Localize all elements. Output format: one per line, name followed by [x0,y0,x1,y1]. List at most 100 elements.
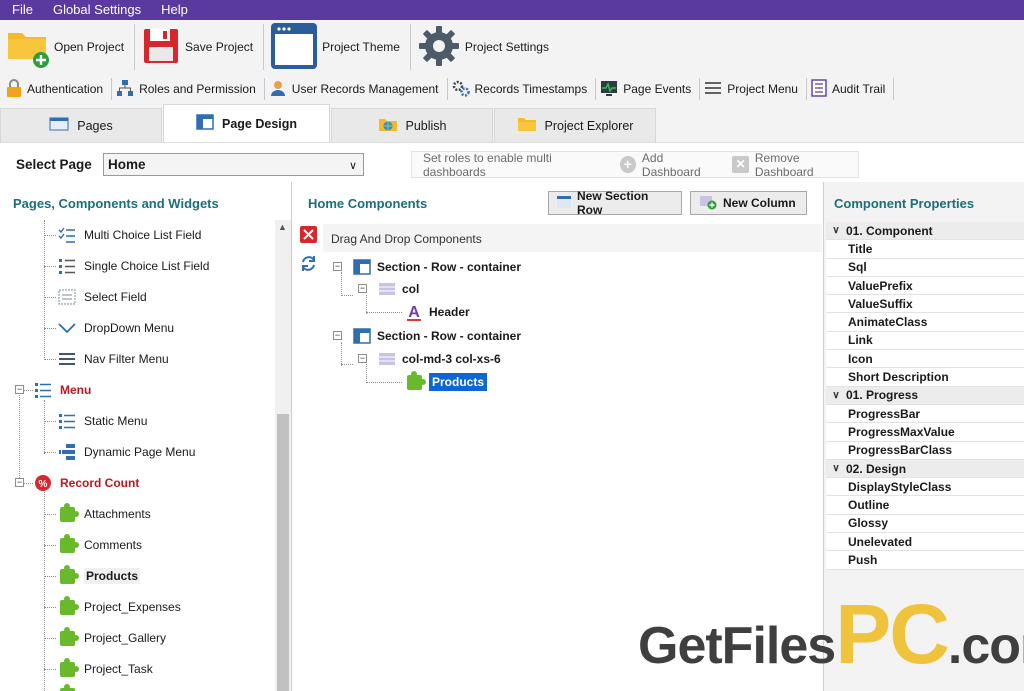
collapse-record-count-toggle[interactable]: − [15,478,24,487]
toolbar-divider [263,24,265,70]
tree-node-products[interactable]: Products [405,370,488,393]
property-group-label: 01. Component [846,223,933,238]
category-menu[interactable]: Menu [34,379,91,401]
open-project-button[interactable]: Open Project [4,22,130,72]
category-record-count[interactable]: % Record Count [34,472,139,494]
property-row[interactable]: DisplayStyleClass [826,478,1024,497]
property-group-component[interactable]: ∨ 01. Component [826,222,1024,241]
new-section-row-label: New Section Row [577,189,649,217]
component-nav-filter-menu[interactable]: Nav Filter Menu [58,348,169,370]
property-key: ValueSuffix [848,296,913,311]
collapse-menu-toggle[interactable]: − [15,385,24,394]
project-settings-button[interactable]: Project Settings [415,22,555,72]
property-row[interactable]: Link [826,331,1024,351]
audit-trail-button[interactable]: Audit Trail [809,76,891,102]
property-row[interactable]: ValuePrefix [826,276,1024,296]
property-row[interactable]: Push [826,551,1024,570]
records-timestamps-label: Records Timestamps [474,82,588,96]
collapse-section-toggle[interactable]: − [333,262,342,271]
authentication-label: Authentication [27,82,104,96]
property-row[interactable]: Short Description [826,368,1024,387]
property-group-design[interactable]: ∨ 02. Design [826,459,1024,479]
component-select-field[interactable]: Select Field [58,286,147,308]
tree-line [366,312,402,313]
tab-project-explorer[interactable]: Project Explorer [494,108,656,142]
component-products[interactable]: Products [58,564,141,587]
component-multi-choice-list-field[interactable]: Multi Choice List Field [58,224,201,246]
menu-file[interactable]: File [0,0,43,20]
scroll-up-icon[interactable]: ▲ [278,222,287,232]
property-row[interactable]: Glossy [826,514,1024,534]
property-group-label: 02. Design [846,461,907,476]
tree-node-section[interactable]: Section - Row - container [353,325,521,347]
property-row[interactable]: Icon [826,350,1024,369]
component-dropdown-menu[interactable]: DropDown Menu [58,317,174,339]
project-settings-label: Project Settings [464,40,549,54]
property-key: ValuePrefix [848,278,913,293]
component-project-expenses[interactable]: Project_Expenses [58,595,181,618]
user-icon [269,79,287,100]
gear-icon [417,24,461,71]
roles-permission-button[interactable]: Roles and Permission [114,76,262,102]
add-column-icon [699,194,717,213]
hamburger-menu-icon [58,350,76,368]
checklist-icon [58,226,76,244]
watermark-part3: .com [947,617,1024,675]
component-attachments[interactable]: Attachments [58,502,151,525]
tree-node-col[interactable]: col [378,278,419,300]
tree-line [44,328,56,329]
tab-pages[interactable]: Pages [0,108,162,142]
component-comments[interactable]: Comments [58,533,143,556]
tab-page-design[interactable]: Page Design [163,104,330,142]
tree-node-header[interactable]: A Header [405,301,470,323]
project-theme-button[interactable]: Project Theme [268,22,406,72]
drop-hint: Drag And Drop Components [331,232,482,246]
tree-line [44,669,56,670]
records-timestamps-button[interactable]: Records Timestamps [450,76,594,102]
component-partial[interactable] [58,683,84,691]
add-dashboard-button[interactable]: + Add Dashboard [619,151,723,179]
project-menu-button[interactable]: Project Menu [702,76,804,102]
component-single-choice-list-field[interactable]: Single Choice List Field [58,255,209,277]
property-row[interactable]: Title [826,240,1024,259]
component-project-task[interactable]: Project_Task [58,657,153,680]
components-scrollbar[interactable]: ▲ [275,220,291,691]
user-records-button[interactable]: User Records Management [267,76,445,102]
component-dynamic-page-menu[interactable]: Dynamic Page Menu [58,441,195,463]
component-project-gallery[interactable]: Project_Gallery [58,626,166,649]
collapse-col-toggle[interactable]: − [358,284,367,293]
property-row[interactable]: Unelevated [826,533,1024,552]
menu-help[interactable]: Help [151,0,198,20]
menu-global-settings[interactable]: Global Settings [43,0,151,20]
menu-bar: File Global Settings Help [0,0,1024,20]
property-row[interactable]: ProgressBarClass [826,441,1024,460]
tab-publish[interactable]: Publish [331,108,493,142]
save-project-button[interactable]: Save Project [139,22,259,72]
select-page-dropdown[interactable]: Home ∨ [103,153,364,176]
select-page-value: Home [108,157,146,172]
property-row[interactable]: ProgressMaxValue [826,423,1024,442]
delete-component-icon[interactable] [300,226,317,243]
hierarchy-icon [116,79,134,100]
new-section-row-button[interactable]: New Section Row [548,189,682,217]
authentication-button[interactable]: Authentication [4,76,109,102]
tree-node-section[interactable]: Section - Row - container [353,256,521,278]
tree-line [19,390,20,480]
component-label: Comments [84,538,143,552]
collapse-section-toggle[interactable]: − [333,331,342,340]
property-group-progress[interactable]: ∨ 01. Progress [826,386,1024,405]
component-static-menu[interactable]: Static Menu [58,410,147,432]
new-column-label: New Column [723,196,796,210]
new-column-button[interactable]: New Column [690,191,807,215]
remove-dashboard-button[interactable]: ✕ Remove Dashboard [732,151,858,179]
tree-node-col[interactable]: col-md-3 col-xs-6 [378,348,501,370]
property-row[interactable]: AnimateClass [826,313,1024,332]
property-row[interactable]: ValueSuffix [826,295,1024,314]
scrollbar-thumb[interactable] [277,414,289,691]
property-row[interactable]: Sql [826,258,1024,277]
refresh-icon[interactable] [300,255,317,272]
property-row[interactable]: ProgressBar [826,404,1024,424]
collapse-col-toggle[interactable]: − [358,354,367,363]
page-events-button[interactable]: Page Events [598,76,697,102]
property-row[interactable]: Outline [826,496,1024,515]
